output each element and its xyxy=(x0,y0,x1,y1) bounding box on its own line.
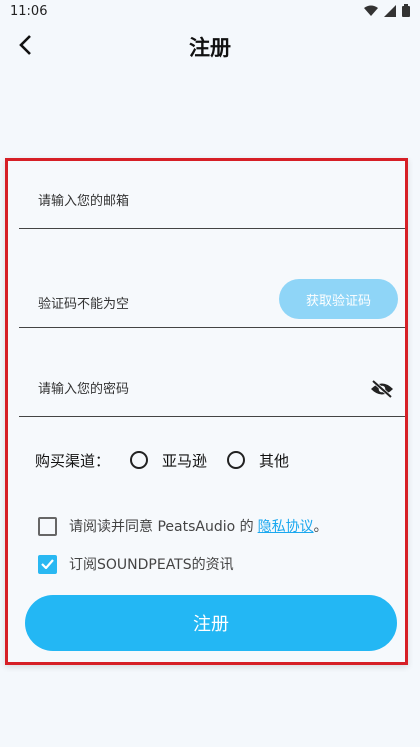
check-icon xyxy=(41,559,54,569)
agree-text: 请阅读并同意 PeatsAudio 的 xyxy=(69,519,254,535)
wifi-icon xyxy=(364,5,378,16)
status-bar: 11:06 xyxy=(0,0,420,24)
get-code-button[interactable]: 获取验证码 xyxy=(279,279,398,319)
register-button[interactable]: 注册 xyxy=(25,595,397,651)
password-visibility-toggle[interactable] xyxy=(369,379,395,399)
channel-option-other[interactable]: 其他 xyxy=(227,450,289,471)
battery-icon xyxy=(402,4,410,17)
signal-icon xyxy=(384,4,396,17)
agree-checkbox[interactable] xyxy=(38,516,57,536)
purchase-channel-row: 购买渠道： 亚马逊 其他 xyxy=(35,447,289,473)
page-title: 注册 xyxy=(189,36,231,60)
password-input[interactable] xyxy=(36,373,340,405)
password-field-row xyxy=(19,373,405,417)
radio-amazon[interactable] xyxy=(130,451,149,469)
channel-option-label: 亚马逊 xyxy=(162,451,208,470)
email-field-row xyxy=(19,185,405,229)
status-time: 11:06 xyxy=(10,4,48,19)
subscribe-text: 订阅SOUNDPEATS的资讯 xyxy=(69,557,234,573)
status-icons xyxy=(364,4,410,17)
eye-off-icon xyxy=(371,380,393,398)
subscribe-row: 订阅SOUNDPEATS的资讯 xyxy=(38,554,234,574)
radio-other[interactable] xyxy=(227,451,246,469)
privacy-agreement-row: 请阅读并同意 PeatsAudio 的 隐私协议 。 xyxy=(38,516,328,536)
agree-suffix: 。 xyxy=(313,519,328,535)
email-input[interactable] xyxy=(36,185,340,217)
subscribe-checkbox[interactable] xyxy=(38,554,57,574)
privacy-policy-link[interactable]: 隐私协议 xyxy=(258,516,314,536)
registration-form: 获取验证码 购买渠道： 亚马逊 其他 请阅读并同意 PeatsAudio 的 隐… xyxy=(5,158,408,665)
code-field-row: 获取验证码 xyxy=(19,279,405,328)
purchase-channel-label: 购买渠道： xyxy=(35,451,111,470)
app-header: 注册 xyxy=(0,24,420,70)
channel-option-amazon[interactable]: 亚马逊 xyxy=(130,450,207,471)
channel-option-label: 其他 xyxy=(259,451,290,470)
